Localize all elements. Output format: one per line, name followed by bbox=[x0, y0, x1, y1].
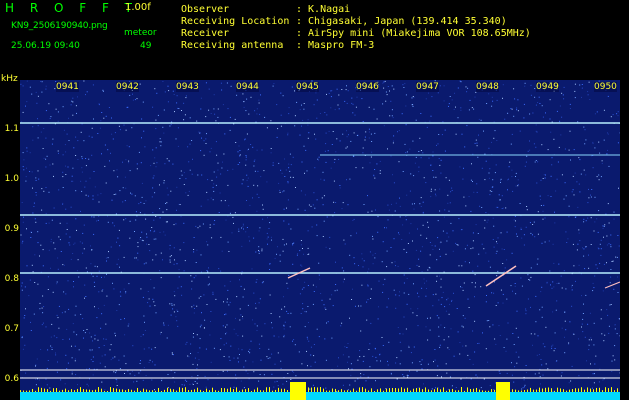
time-tick-label: 0941 bbox=[56, 82, 79, 92]
header-panel: H R O F F T 1.00f KN9_2506190940.png met… bbox=[0, 0, 629, 74]
location-label: Receiving Location bbox=[181, 16, 290, 27]
frequency-unit-label: kHz bbox=[1, 74, 18, 84]
antenna-label: Receiving antenna bbox=[181, 40, 284, 51]
time-tick-label: 0946 bbox=[356, 82, 379, 92]
meteor-label: meteor bbox=[124, 28, 157, 38]
spectrogram bbox=[20, 80, 629, 400]
time-tick-label: 0942 bbox=[116, 82, 139, 92]
y-tick-label: 0.6 bbox=[4, 374, 19, 384]
time-tick-label: 0950 bbox=[594, 82, 617, 92]
observer-value: : K.Nagai bbox=[296, 4, 351, 15]
y-tick-label: 1.0 bbox=[4, 174, 19, 184]
meteor-count: 49 bbox=[140, 41, 152, 51]
filename-label: KN9_2506190940.png bbox=[11, 21, 108, 31]
time-tick-label: 0947 bbox=[416, 82, 439, 92]
time-tick-label: 0943 bbox=[176, 82, 199, 92]
time-tick-label: 0948 bbox=[476, 82, 499, 92]
y-tick-label: 1.1 bbox=[4, 124, 19, 134]
app-title: H R O F F T bbox=[5, 1, 139, 15]
receiver-value: : AirSpy mini (Miakejima VOR 108.65MHz) bbox=[296, 28, 531, 39]
time-tick-label: 0945 bbox=[296, 82, 319, 92]
y-tick-label: 0.8 bbox=[4, 274, 19, 284]
antenna-value: : Maspro FM-3 bbox=[296, 40, 375, 51]
time-tick-label: 0944 bbox=[236, 82, 259, 92]
location-value: : Chigasaki, Japan (139.414 35.340) bbox=[296, 16, 507, 27]
datetime-label: 25.06.19 09:40 bbox=[11, 41, 80, 51]
observer-label: Observer bbox=[181, 4, 230, 15]
version-label: 1.00f bbox=[125, 2, 151, 13]
time-tick-label: 0949 bbox=[536, 82, 559, 92]
receiver-label: Receiver bbox=[181, 28, 230, 39]
y-tick-label: 0.9 bbox=[4, 224, 19, 234]
y-tick-label: 0.7 bbox=[4, 324, 19, 334]
